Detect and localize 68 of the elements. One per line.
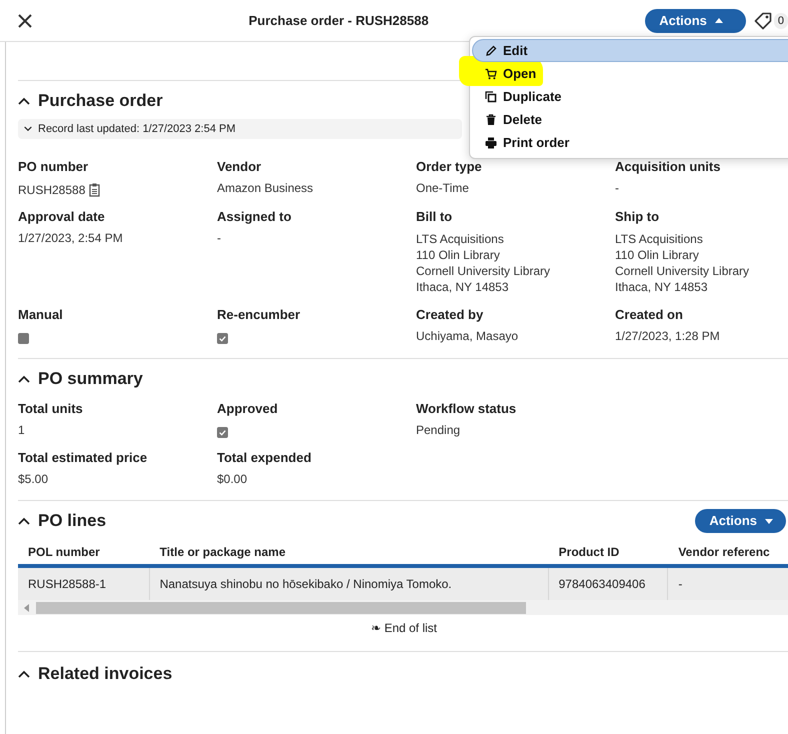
collapse-chevron-icon[interactable]: [18, 670, 30, 678]
field-label: Workflow status: [416, 401, 516, 416]
field-value: -: [615, 181, 619, 195]
field-value: 1/27/2023, 2:54 PM: [18, 231, 123, 245]
column-header[interactable]: Vendor referenc: [668, 545, 788, 559]
field-label: Approval date: [18, 209, 105, 224]
field-label: Created by: [416, 307, 484, 322]
column-header[interactable]: Title or package name: [150, 545, 549, 559]
end-of-list-text: ❧ End of list: [370, 621, 438, 635]
menu-item[interactable]: Duplicate: [472, 85, 788, 108]
column-header[interactable]: Product ID: [548, 545, 668, 559]
collapse-chevron-icon[interactable]: [18, 375, 30, 383]
field-label: Bill to: [416, 209, 452, 224]
cart-icon: [485, 68, 497, 80]
section-heading: PO lines: [38, 511, 106, 531]
menu-item[interactable]: Open: [472, 62, 788, 85]
field-label: Acquisition units: [615, 159, 720, 174]
expand-chevron-icon[interactable]: [24, 126, 32, 132]
address-text: LTS Acquisitions 110 Olin Library Cornell University Library Ithaca, NY 14853: [416, 231, 550, 295]
field-value: 1: [18, 423, 25, 437]
menu-item[interactable]: Print order: [472, 131, 788, 154]
field-value: $0.00: [217, 472, 248, 486]
pencil-icon: [485, 44, 497, 56]
clipboard-icon[interactable]: [89, 183, 100, 197]
field-value: $5.00: [18, 472, 48, 486]
tag-count-badge: 0: [774, 12, 788, 28]
field-value: Amazon Business: [217, 181, 314, 195]
field-value: -: [217, 231, 221, 245]
menu-item[interactable]: Edit: [472, 39, 788, 62]
field-label: Total units: [18, 401, 83, 416]
field-value: Pending: [416, 423, 460, 437]
field-label: Vendor: [217, 159, 262, 174]
actions-button[interactable]: Actions: [695, 509, 786, 533]
section-heading: Related invoices: [38, 664, 172, 684]
record-info-bar[interactable]: Record last updated: 1/27/2023 2:54 PM: [18, 119, 462, 139]
table-cell-text: -: [677, 576, 684, 593]
printer-icon: [485, 136, 497, 148]
field-label: Assigned to: [217, 209, 292, 224]
horizontal-scrollbar[interactable]: [18, 600, 788, 615]
tag-icon[interactable]: [754, 12, 772, 30]
field-label: PO number: [18, 159, 88, 174]
window-title: Purchase order - RUSH28588: [248, 13, 429, 28]
field-label: Created on: [615, 307, 683, 322]
section-heading: Purchase order: [38, 91, 163, 111]
field-label: Total expended: [217, 450, 312, 465]
section-heading: PO summary: [38, 369, 143, 389]
field-label: Total estimated price: [18, 450, 148, 465]
field-label: Approved: [217, 401, 278, 416]
copy-icon: [485, 90, 497, 102]
column-header[interactable]: POL number: [18, 545, 150, 559]
caret-icon: [764, 518, 774, 524]
collapse-chevron-icon[interactable]: [18, 97, 30, 105]
field-value: Uchiyama, Masayo: [416, 329, 518, 343]
field-label: Re-encumber: [217, 307, 300, 322]
field-label: Manual: [18, 307, 63, 322]
address-text: LTS Acquisitions 110 Olin Library Cornell University Library Ithaca, NY 14853: [615, 231, 750, 295]
trash-icon: [485, 114, 497, 126]
field-value: 1/27/2023, 1:28 PM: [615, 329, 720, 343]
field-value: One-Time: [416, 181, 469, 195]
close-icon[interactable]: [18, 14, 32, 28]
field-label: Order type: [416, 159, 482, 174]
field-label: Ship to: [615, 209, 660, 224]
record-updated-text: Record last updated: 1/27/2023 2:54 PM: [38, 123, 236, 135]
menu-item[interactable]: Delete: [472, 108, 788, 131]
field-value: RUSH28588: [18, 183, 86, 197]
caret-icon: [714, 17, 724, 23]
collapse-chevron-icon[interactable]: [18, 517, 30, 525]
actions-button[interactable]: Actions: [645, 8, 746, 32]
